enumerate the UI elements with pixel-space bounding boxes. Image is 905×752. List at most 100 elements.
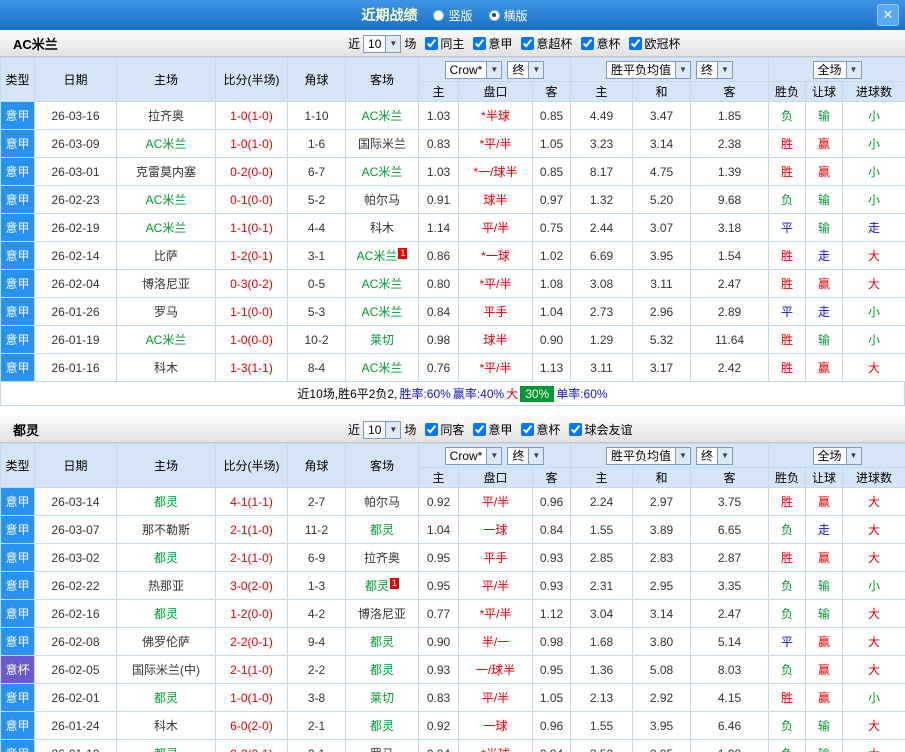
asia-home-odds: 0.76 bbox=[418, 353, 459, 382]
summary-segment: 大 bbox=[506, 387, 519, 401]
filter-checkbox[interactable]: 意超杯 bbox=[521, 35, 572, 52]
goals-cell: 小 bbox=[842, 101, 905, 130]
away-team-cell: 都灵 1 bbox=[345, 571, 419, 600]
odds-company-dropdown[interactable]: Crow* ▼ bbox=[444, 60, 503, 79]
checkbox-input[interactable] bbox=[473, 37, 487, 50]
match-type-cell: 意甲 bbox=[0, 185, 35, 214]
filter-checkbox[interactable]: 欧冠杯 bbox=[629, 35, 680, 52]
date-cell: 26-02-19 bbox=[34, 213, 117, 242]
handicap-cell: 一球 bbox=[458, 711, 533, 740]
handicap-cell: 平/半 bbox=[458, 213, 533, 242]
col-goals: 进球数 bbox=[842, 467, 905, 488]
asia-home-odds: 0.95 bbox=[418, 571, 459, 600]
match-row: 意甲 26-01-19 AC米兰 1-0(0-0) 10-2 莱切 0.98 球半 0.90 1.… bbox=[0, 325, 905, 354]
checkbox-input[interactable] bbox=[473, 423, 487, 436]
goals-cell: 小 bbox=[842, 185, 905, 214]
euro-draw-odds: 2.83 bbox=[632, 543, 691, 572]
radio-horizontal-layout[interactable]: 横版 bbox=[488, 7, 528, 24]
scope-dropdown[interactable]: 全场 ▼ bbox=[812, 446, 862, 465]
handicap-cell: *平/半 bbox=[458, 353, 533, 382]
chevron-down-icon: ▼ bbox=[528, 447, 544, 464]
handicap-cell: *一/球半 bbox=[458, 157, 533, 186]
score-cell: 3-0(2-0) bbox=[215, 571, 288, 600]
checkbox-input[interactable] bbox=[629, 37, 643, 50]
score-cell: 1-0(1-0) bbox=[215, 129, 288, 158]
filter-checkbox[interactable]: 意杯 bbox=[581, 35, 620, 52]
avg-time-dropdown[interactable]: 终 ▼ bbox=[696, 446, 734, 465]
checkbox-input[interactable] bbox=[425, 37, 439, 50]
col-score: 比分(半场) bbox=[215, 443, 288, 488]
asia-away-odds: 1.04 bbox=[532, 297, 571, 326]
handicap-cell: 一/球半 bbox=[458, 655, 533, 684]
goals-cell: 大 bbox=[842, 599, 905, 628]
handicap-cell: 球半 bbox=[458, 185, 533, 214]
asia-home-odds: 1.04 bbox=[418, 515, 459, 544]
euro-draw-odds: 3.11 bbox=[632, 269, 691, 298]
date-cell: 26-02-04 bbox=[34, 269, 117, 298]
filter-checkbox[interactable]: 意甲 bbox=[473, 421, 512, 438]
games-label: 场 bbox=[404, 423, 417, 437]
euro-draw-odds: 2.97 bbox=[632, 487, 691, 516]
filter-checkbox[interactable]: 意杯 bbox=[521, 421, 560, 438]
score-cell: 6-0(2-0) bbox=[215, 711, 288, 740]
chevron-down-icon: ▼ bbox=[675, 447, 690, 464]
euro-home-odds: 8.17 bbox=[570, 157, 633, 186]
avg-odds-dropdown[interactable]: 胜平负均值 ▼ bbox=[605, 60, 691, 79]
date-cell: 26-02-22 bbox=[34, 571, 117, 600]
asia-home-odds: 0.77 bbox=[418, 599, 459, 628]
handicap-result-cell: 走 bbox=[805, 515, 844, 544]
scope-dropdown[interactable]: 全场 ▼ bbox=[812, 60, 862, 79]
scope-controls: 全场 ▼ bbox=[768, 57, 905, 82]
col-away: 客场 bbox=[345, 443, 419, 488]
games-count-dropdown[interactable]: 10 ▼ bbox=[363, 34, 402, 53]
away-team-cell: AC米兰 bbox=[345, 353, 419, 382]
col-corner: 角球 bbox=[287, 57, 346, 102]
close-icon[interactable]: ✕ bbox=[877, 4, 899, 26]
goals-cell: 大 bbox=[842, 739, 905, 752]
home-team-cell: 都灵 bbox=[116, 487, 216, 516]
rank-badge: 1 bbox=[398, 248, 408, 259]
asia-away-odds: 0.94 bbox=[532, 739, 571, 752]
corner-cell: 0-5 bbox=[287, 269, 346, 298]
filter-checkbox[interactable]: 意甲 bbox=[473, 35, 512, 52]
match-type-cell: 意甲 bbox=[0, 213, 35, 242]
match-row: 意甲 26-02-22 热那亚 3-0(2-0) 1-3 都灵 1 0.95 平/半 0.93 2.… bbox=[0, 571, 905, 600]
games-label: 场 bbox=[404, 37, 417, 51]
result-cell: 负 bbox=[768, 599, 807, 628]
filter-checkbox[interactable]: 同客 bbox=[425, 421, 464, 438]
match-type-cell: 意甲 bbox=[0, 515, 35, 544]
euro-away-odds: 2.38 bbox=[689, 129, 770, 158]
asia-away-odds: 0.93 bbox=[532, 571, 571, 600]
avg-time-dropdown[interactable]: 终 ▼ bbox=[696, 60, 734, 79]
corner-cell: 6-7 bbox=[287, 157, 346, 186]
corner-cell: 6-9 bbox=[287, 543, 346, 572]
handicap-result-cell: 输 bbox=[805, 571, 844, 600]
games-count-dropdown[interactable]: 10 ▼ bbox=[363, 420, 402, 439]
avg-odds-dropdown[interactable]: 胜平负均值 ▼ bbox=[605, 446, 691, 465]
odds-company-dropdown[interactable]: Crow* ▼ bbox=[444, 446, 503, 465]
goals-cell: 大 bbox=[842, 515, 905, 544]
result-cell: 胜 bbox=[768, 543, 807, 572]
checkbox-input[interactable] bbox=[521, 423, 535, 436]
filter-controls: 近 10 ▼ 场同主 意甲 意超杯 意杯 欧冠杯 bbox=[348, 30, 680, 57]
chevron-down-icon: ▼ bbox=[675, 61, 690, 78]
radio-vertical-layout[interactable]: 竖版 bbox=[433, 7, 473, 24]
checkbox-input[interactable] bbox=[581, 37, 595, 50]
filter-checkbox[interactable]: 同主 bbox=[425, 35, 464, 52]
handicap-cell: 一球 bbox=[458, 515, 533, 544]
result-cell: 胜 bbox=[768, 683, 807, 712]
asia-away-odds: 0.90 bbox=[532, 325, 571, 354]
col-result: 胜负 bbox=[768, 467, 807, 488]
odds-time-dropdown[interactable]: 终 ▼ bbox=[507, 60, 545, 79]
euro-away-odds: 1.54 bbox=[689, 241, 770, 270]
checkbox-input[interactable] bbox=[569, 423, 583, 436]
result-cell: 胜 bbox=[768, 353, 807, 382]
handicap-cell: 平/半 bbox=[458, 683, 533, 712]
odds-time-dropdown[interactable]: 终 ▼ bbox=[507, 446, 545, 465]
filter-checkbox[interactable]: 球会友谊 bbox=[569, 421, 632, 438]
home-team-cell: 热那亚 bbox=[116, 571, 216, 600]
handicap-result-cell: 赢 bbox=[805, 627, 844, 656]
checkbox-input[interactable] bbox=[425, 423, 439, 436]
checkbox-input[interactable] bbox=[521, 37, 535, 50]
result-cell: 胜 bbox=[768, 269, 807, 298]
